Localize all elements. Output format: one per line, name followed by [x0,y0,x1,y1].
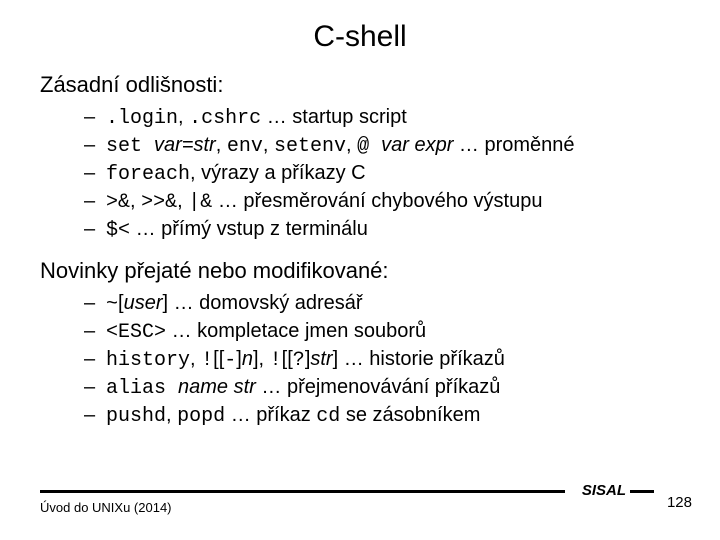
code: .login [106,107,178,130]
slide-title: C-shell [40,20,680,54]
code: ! [270,349,282,372]
code: popd [177,405,225,428]
code: $< [106,219,130,242]
section-2: Novinky přejaté nebo modifikované: ~[use… [40,258,680,430]
code: @ [357,135,381,158]
list-item: alias name str … přejmenovávání příkazů [84,374,680,402]
italic: user [124,292,163,314]
code: set [106,135,154,158]
text: , [263,134,274,156]
section-1-list: .login, .cshrc … startup script set var=… [84,104,680,244]
list-item: history, ![[-]n], ![[?]str] … historie p… [84,346,680,374]
italic: var expr [381,134,453,156]
list-item: foreach, výrazy a příkazy C [84,160,680,188]
list-item: set var=str, env, setenv, @ var expr … p… [84,132,680,160]
list-item: >&, >>&, |& … přesměrování chybového výs… [84,188,680,216]
slide-footer: SISAL Úvod do UNIXu (2014) 128 [40,482,692,518]
text: , [190,348,201,370]
text: [[ [282,348,293,370]
text: , [166,404,177,426]
text: [[ [213,348,224,370]
footer-rule-left [40,490,565,493]
italic: var=str [154,134,216,156]
italic: str [310,348,332,370]
text: … kompletace jmen souborů [166,320,426,342]
list-item: .login, .cshrc … startup script [84,104,680,132]
code: cd [316,405,340,428]
code: .cshrc [189,107,261,130]
text: , [177,190,188,212]
text: ], [253,348,270,370]
code: ? [293,349,305,372]
text: se zásobníkem [340,404,480,426]
code: setenv [274,135,346,158]
text: , [216,134,227,156]
list-item: <ESC> … kompletace jmen souborů [84,318,680,346]
code: ! [201,349,213,372]
italic: n [242,348,253,370]
text: … startup script [261,106,407,128]
text: … přesměrování chybového výstupu [212,190,542,212]
text: … domovský adresář [168,292,363,314]
code: history [106,349,190,372]
code: foreach [106,163,190,186]
section-2-heading: Novinky přejaté nebo modifikované: [40,258,680,284]
page-number: 128 [667,494,692,511]
text: … přejmenovávání příkazů [256,376,501,398]
text: … přímý vstup z terminálu [130,218,368,240]
code: alias [106,377,178,400]
code: pushd [106,405,166,428]
footer-label: SISAL [582,482,626,499]
section-1-heading: Zásadní odlišnosti: [40,72,680,98]
footer-rule-right [630,490,654,493]
list-item: pushd, popd … příkaz cd se zásobníkem [84,402,680,430]
code: >& [106,191,130,214]
code: >>& [141,191,177,214]
text: … historie příkazů [338,348,505,370]
code: env [227,135,263,158]
text: , [346,134,357,156]
list-item: $< … přímý vstup z terminálu [84,216,680,244]
text: … příkaz [225,404,316,426]
text: , [178,106,189,128]
text: … proměnné [453,134,574,156]
text: , výrazy a příkazy C [190,162,366,184]
footer-left-text: Úvod do UNIXu (2014) [40,500,172,515]
section-2-list: ~[user] … domovský adresář <ESC> … kompl… [84,290,680,430]
text: , [130,190,141,212]
list-item: ~[user] … domovský adresář [84,290,680,318]
code: - [224,349,236,372]
code: <ESC> [106,321,166,344]
section-1: Zásadní odlišnosti: .login, .cshrc … sta… [40,72,680,244]
code: ~ [106,293,118,316]
italic: name str [178,376,256,398]
code: |& [188,191,212,214]
